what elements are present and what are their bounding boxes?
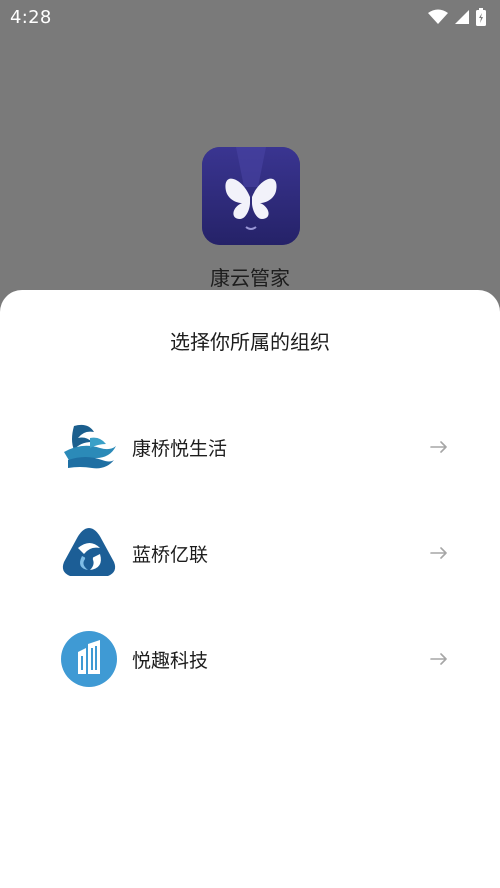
screen: 4:28 康云管家 选择你所属的组织 康桥悦生活 蓝桥亿联 悦趣科技	[0, 0, 500, 888]
butterfly-icon	[202, 147, 300, 245]
arrow-right-icon	[430, 547, 447, 559]
organization-picker-sheet: 选择你所属的组织 康桥悦生活 蓝桥亿联 悦趣科技	[0, 290, 500, 888]
wifi-icon	[428, 9, 448, 24]
app-name: 康云管家	[210, 266, 290, 290]
app-logo	[202, 147, 300, 245]
cellular-signal-icon	[455, 10, 469, 24]
triangle-swirl-logo-icon	[60, 524, 118, 582]
building-logo-icon	[60, 630, 118, 688]
org-item-kangqiao-yueshenghuo[interactable]: 康桥悦生活	[0, 394, 500, 500]
sheet-title: 选择你所属的组织	[170, 330, 330, 354]
wave-bird-logo-icon	[60, 418, 118, 476]
org-item-lanqiao-yilian[interactable]: 蓝桥亿联	[0, 500, 500, 606]
arrow-right-icon	[430, 441, 447, 453]
org-label: 康桥悦生活	[132, 437, 228, 460]
org-label: 蓝桥亿联	[132, 543, 209, 566]
status-time: 4:28	[10, 6, 52, 28]
org-label: 悦趣科技	[132, 649, 209, 672]
arrow-right-icon	[430, 653, 447, 665]
battery-icon	[476, 8, 486, 26]
organization-list: 康桥悦生活 蓝桥亿联 悦趣科技	[0, 394, 500, 712]
status-icons	[428, 8, 486, 26]
org-item-yuequ-keji[interactable]: 悦趣科技	[0, 606, 500, 712]
status-bar: 4:28	[0, 0, 500, 34]
